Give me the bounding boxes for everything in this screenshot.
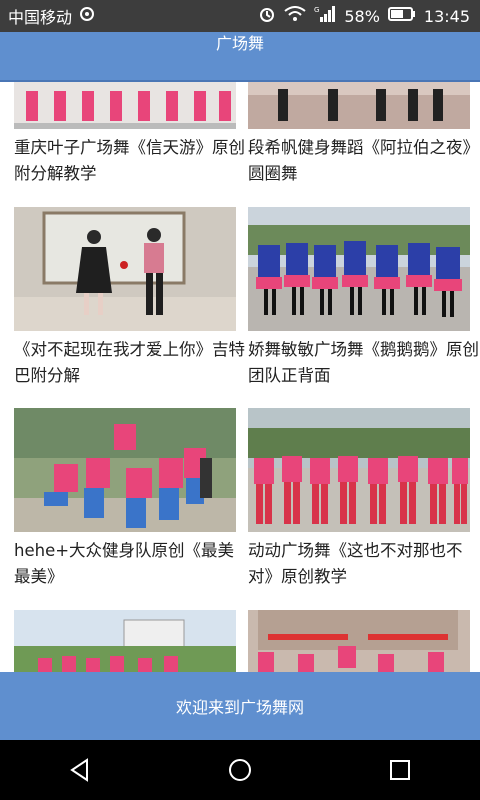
page-title: 广场舞: [215, 34, 264, 53]
battery-percent: 58%: [344, 6, 380, 26]
video-card[interactable]: 动动广场舞《这也不对那也不对》原创教学: [248, 408, 470, 590]
status-bar: 中国移动 G 58% 13:45: [0, 0, 480, 32]
welcome-banner[interactable]: 欢迎来到广场舞网: [0, 672, 480, 740]
welcome-text: 欢迎来到广场舞网: [175, 698, 304, 717]
video-card[interactable]: 娇舞敏敏广场舞《鹅鹅鹅》原创团队正背面: [248, 207, 479, 389]
video-title[interactable]: 动动广场舞《这也不对那也不对》原创教学: [248, 538, 480, 590]
video-list[interactable]: 重庆叶子广场舞《信天游》原创附分解教学 段希帆健身舞蹈《阿拉伯之夜》圆圈舞 《对…: [0, 82, 480, 672]
video-thumbnail[interactable]: [248, 207, 470, 331]
notification-icon: [78, 5, 96, 27]
video-card[interactable]: [248, 610, 470, 672]
video-title[interactable]: 娇舞敏敏广场舞《鹅鹅鹅》原创团队正背面: [248, 337, 480, 389]
video-thumbnail[interactable]: [14, 408, 236, 532]
signal-icon: G: [314, 5, 336, 27]
system-nav-bar: [0, 740, 480, 800]
video-card[interactable]: 重庆叶子广场舞《信天游》原创附分解教学: [14, 82, 245, 187]
video-thumbnail[interactable]: [248, 82, 470, 129]
back-icon: [70, 758, 88, 782]
back-button[interactable]: [50, 750, 110, 790]
video-title[interactable]: 《对不起现在我才爱上你》吉特巴附分解: [14, 337, 246, 389]
video-thumbnail[interactable]: [248, 408, 470, 532]
video-card[interactable]: [14, 610, 236, 672]
video-card[interactable]: 《对不起现在我才爱上你》吉特巴附分解: [14, 207, 245, 389]
recents-button[interactable]: [370, 750, 430, 790]
video-title[interactable]: 重庆叶子广场舞《信天游》原创附分解教学: [14, 135, 246, 187]
wifi-icon: [284, 6, 306, 26]
video-title[interactable]: 段希帆健身舞蹈《阿拉伯之夜》圆圈舞: [248, 135, 480, 187]
video-card[interactable]: hehe+大众健身队原创《最美最美》: [14, 408, 236, 590]
clock: 13:45: [423, 6, 470, 26]
video-thumbnail[interactable]: [14, 610, 236, 672]
video-card[interactable]: 段希帆健身舞蹈《阿拉伯之夜》圆圈舞: [248, 82, 479, 187]
video-thumbnail[interactable]: [248, 610, 470, 672]
video-thumbnail[interactable]: [14, 207, 236, 331]
battery-icon: [387, 6, 416, 26]
home-icon: [229, 759, 251, 781]
video-thumbnail[interactable]: [14, 82, 236, 129]
home-button[interactable]: [210, 750, 270, 790]
alarm-icon: [258, 5, 276, 27]
carrier-label: 中国移动: [8, 8, 73, 27]
video-title[interactable]: hehe+大众健身队原创《最美最美》: [14, 538, 246, 590]
svg-text:G: G: [314, 6, 319, 14]
app-header: 广场舞: [0, 32, 480, 82]
recents-icon: [390, 760, 410, 780]
